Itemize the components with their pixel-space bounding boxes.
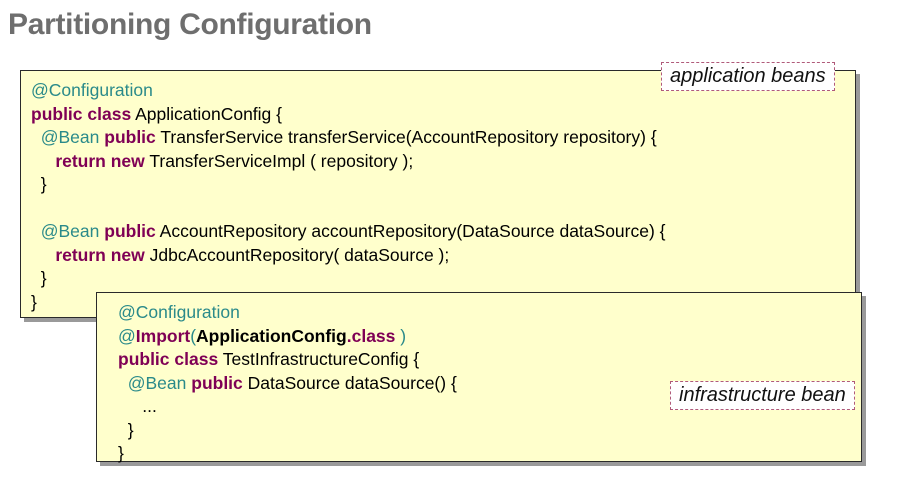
code-token: JdbcAccountRepository( dataSource ); xyxy=(144,244,450,265)
application-config-code: @Configuration public class ApplicationCo… xyxy=(31,79,666,314)
code-token: public class xyxy=(31,103,132,124)
code-token: DataSource dataSource() { xyxy=(242,372,457,393)
code-line: return new JdbcAccountRepository( dataSo… xyxy=(31,244,666,268)
code-token: @ xyxy=(118,325,136,346)
application-config-code-box: @Configuration public class ApplicationCo… xyxy=(20,70,856,318)
code-token: ) xyxy=(395,325,407,346)
code-line: public class ApplicationConfig { xyxy=(31,103,666,127)
code-token: return new xyxy=(55,244,145,265)
code-line: @Bean public TransferService transferSer… xyxy=(31,126,666,150)
code-line: @Import(ApplicationConfig.class ) xyxy=(118,325,457,349)
code-line: } xyxy=(118,419,457,443)
code-token: public xyxy=(191,372,243,393)
code-token: @Bean xyxy=(40,127,100,147)
code-line: @Configuration xyxy=(31,79,666,103)
application-beans-label: application beans xyxy=(661,62,835,91)
code-token: } xyxy=(31,174,47,194)
code-line: @Configuration xyxy=(118,301,457,325)
code-token: public xyxy=(104,127,156,147)
code-token: @Bean xyxy=(40,221,100,241)
test-infrastructure-config-code-box: @Configuration @Import(ApplicationConfig.… xyxy=(96,292,862,463)
code-line: return new TransferServiceImpl ( reposit… xyxy=(31,150,666,174)
code-token: TransferServiceImpl ( repository ); xyxy=(144,150,414,171)
code-line: public class TestInfrastructureConfig { xyxy=(118,348,457,372)
code-token: TransferService transferService(AccountR… xyxy=(155,127,657,147)
code-token: } xyxy=(118,419,134,440)
code-line: @Bean public DataSource dataSource() { xyxy=(118,372,457,396)
code-token: public class xyxy=(118,349,219,369)
code-token: ... xyxy=(118,396,157,416)
test-infrastructure-config-code: @Configuration @Import(ApplicationConfig.… xyxy=(118,301,457,466)
infrastructure-bean-label: infrastructure bean xyxy=(670,381,855,410)
code-line: } xyxy=(118,442,457,466)
code-token: @Configuration xyxy=(118,302,240,322)
code-token: @Configuration xyxy=(31,80,153,100)
code-line: @Bean public AccountRepository accountRe… xyxy=(31,220,666,244)
page-title: Partitioning Configuration xyxy=(8,8,372,41)
code-token: } xyxy=(31,268,47,288)
code-token: public xyxy=(104,221,156,241)
code-line: } xyxy=(31,173,666,197)
code-line: ... xyxy=(118,395,457,419)
code-token: ApplicationConfig xyxy=(196,325,347,346)
code-token: return new xyxy=(55,150,145,171)
code-token: .class xyxy=(346,325,396,346)
code-token: } xyxy=(118,443,124,463)
code-token: AccountRepository accountRepository(Data… xyxy=(155,221,666,241)
code-token: TestInfrastructureConfig { xyxy=(218,349,420,369)
code-token: Import xyxy=(135,325,191,346)
code-token: ApplicationConfig { xyxy=(131,103,282,124)
code-line: } xyxy=(31,267,666,291)
code-token: @Bean xyxy=(127,372,187,393)
code-token: } xyxy=(31,291,37,312)
